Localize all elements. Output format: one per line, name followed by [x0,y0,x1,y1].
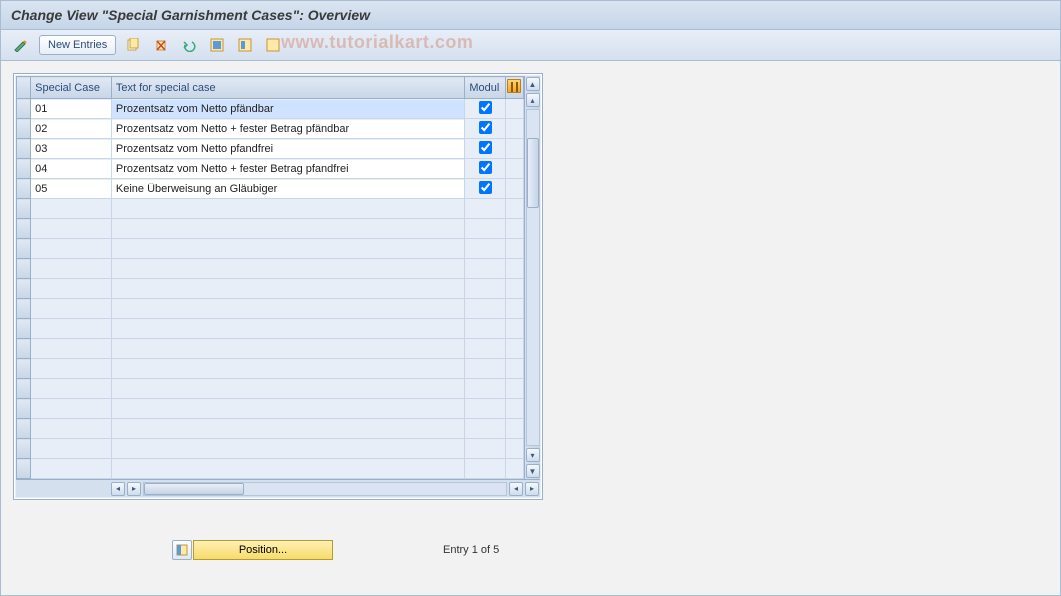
content-area: Special Case Text for special case Modul… [1,61,1060,572]
table-row-empty [17,379,524,399]
row-selector[interactable] [17,99,31,119]
row-selector[interactable] [17,299,31,319]
table-row [17,99,524,119]
entry-count: Entry 1 of 5 [443,544,499,556]
row-selector[interactable] [17,259,31,279]
table-row-empty [17,439,524,459]
footer-row: Position... Entry 1 of 5 [13,540,1048,560]
scroll-thumb[interactable] [527,138,539,208]
col-special-case[interactable]: Special Case [31,77,112,99]
vertical-scrollbar[interactable]: ▲ ▴ ▾ ▼ [524,76,540,479]
scroll-line-up-icon[interactable]: ▴ [526,93,540,107]
row-selector[interactable] [17,119,31,139]
special-case-input[interactable] [31,180,111,198]
horizontal-scrollbar[interactable]: ◂ ▸ ◂ ▸ [16,479,540,497]
hscroll-thumb[interactable] [144,483,244,495]
text-input[interactable] [112,100,464,118]
row-selector[interactable] [17,239,31,259]
row-selector[interactable] [17,159,31,179]
table-row-empty [17,219,524,239]
table-row-empty [17,239,524,259]
table-row-empty [17,199,524,219]
col-text[interactable]: Text for special case [111,77,464,99]
table-row [17,139,524,159]
row-selector[interactable] [17,439,31,459]
special-case-input[interactable] [31,140,111,158]
page-title: Change View "Special Garnishment Cases":… [1,1,1060,30]
special-case-input[interactable] [31,160,111,178]
row-selector[interactable] [17,279,31,299]
text-input[interactable] [112,120,464,138]
undo-icon[interactable] [178,36,200,54]
select-all-icon[interactable] [206,36,228,54]
table-row-empty [17,359,524,379]
row-selector[interactable] [17,199,31,219]
row-selector[interactable] [17,139,31,159]
position-icon [172,540,192,560]
table-frame: Special Case Text for special case Modul… [13,73,543,500]
table-row-empty [17,279,524,299]
new-entries-button[interactable]: New Entries [39,35,116,55]
table-row-empty [17,459,524,479]
row-selector[interactable] [17,379,31,399]
modul-checkbox[interactable] [479,121,492,134]
scroll-right-last-icon[interactable]: ▸ [525,482,539,496]
row-selector[interactable] [17,459,31,479]
select-block-icon[interactable] [234,36,256,54]
table-row-empty [17,259,524,279]
app-toolbar: New Entries www.tutorialkart.com [1,30,1060,61]
table-row [17,179,524,199]
copy-icon[interactable] [122,36,144,54]
hscroll-track[interactable] [143,482,507,496]
text-input[interactable] [112,180,464,198]
text-input[interactable] [112,160,464,178]
scroll-left-icon[interactable]: ▸ [127,482,141,496]
row-selector[interactable] [17,179,31,199]
data-grid: Special Case Text for special case Modul [16,76,524,479]
row-selector[interactable] [17,219,31,239]
table-row-empty [17,419,524,439]
row-selector[interactable] [17,419,31,439]
modul-checkbox[interactable] [479,101,492,114]
row-selector[interactable] [17,319,31,339]
modul-checkbox[interactable] [479,161,492,174]
table-row [17,119,524,139]
table-settings-icon[interactable] [507,79,521,93]
scroll-left-first-icon[interactable]: ◂ [111,482,125,496]
table-row-empty [17,299,524,319]
position-label: Position... [239,544,287,556]
scroll-down-icon[interactable]: ▼ [526,464,540,478]
scroll-line-down-icon[interactable]: ▾ [526,448,540,462]
row-selector[interactable] [17,359,31,379]
row-selector[interactable] [17,399,31,419]
col-modul[interactable]: Modul [465,77,505,99]
modul-checkbox[interactable] [479,181,492,194]
col-select-all[interactable] [17,77,31,99]
toggle-edit-icon[interactable] [9,36,33,54]
table-row [17,159,524,179]
table-row-empty [17,319,524,339]
row-selector[interactable] [17,339,31,359]
special-case-input[interactable] [31,120,111,138]
col-configure[interactable] [505,77,523,99]
deselect-all-icon[interactable] [262,36,284,54]
table-row-empty [17,339,524,359]
watermark-text: www.tutorialkart.com [281,32,473,53]
delete-icon[interactable] [150,36,172,54]
special-case-input[interactable] [31,100,111,118]
table-row-empty [17,399,524,419]
text-input[interactable] [112,140,464,158]
scroll-right-icon[interactable]: ◂ [509,482,523,496]
position-button[interactable]: Position... [193,540,333,560]
scroll-up-icon[interactable]: ▲ [526,77,540,91]
modul-checkbox[interactable] [479,141,492,154]
scroll-track[interactable] [526,109,540,446]
